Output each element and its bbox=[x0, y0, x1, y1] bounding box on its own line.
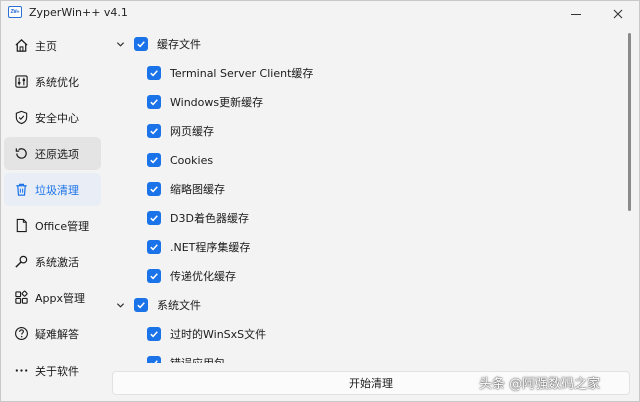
checkmark-icon bbox=[150, 244, 158, 251]
sidebar-item-help[interactable]: 疑难解答 bbox=[4, 317, 101, 350]
tree-group-system[interactable]: 系统文件 bbox=[105, 294, 605, 316]
checkmark-icon bbox=[137, 41, 145, 48]
home-icon bbox=[13, 38, 29, 54]
checkmark-icon bbox=[150, 70, 158, 77]
document-icon bbox=[13, 218, 29, 234]
more-icon bbox=[13, 363, 29, 379]
minimize-icon bbox=[571, 13, 581, 15]
shield-icon bbox=[13, 110, 29, 126]
minimize-button[interactable] bbox=[561, 1, 591, 27]
checkmark-icon bbox=[150, 186, 158, 193]
sidebar-item-label: 系统激活 bbox=[35, 255, 79, 269]
watermark-text: 头条 @阿强数码之家 bbox=[479, 377, 601, 392]
checkmark-icon bbox=[150, 157, 158, 164]
checkbox[interactable] bbox=[147, 66, 161, 80]
sidebar-item-label: 关于软件 bbox=[35, 364, 79, 378]
checkbox[interactable] bbox=[147, 356, 161, 363]
title-bar: ZW+ ZyperWin++ v4.1 bbox=[1, 1, 639, 27]
tree-item-label: .NET程序集缓存 bbox=[170, 241, 251, 254]
cleanup-tree: 缓存文件 Terminal Server Client缓存 Windows更新缓… bbox=[105, 27, 625, 363]
sidebar-item-appx[interactable]: Appx管理 bbox=[4, 281, 101, 314]
checkmark-icon bbox=[150, 360, 158, 363]
tree-item[interactable]: 过时的WinSxS文件 bbox=[105, 323, 605, 345]
sidebar-item-label: Office管理 bbox=[35, 219, 90, 233]
sidebar-item-restore[interactable]: 还原选项 bbox=[4, 137, 101, 170]
window-title: ZyperWin++ v4.1 bbox=[29, 6, 128, 19]
checkbox[interactable] bbox=[147, 182, 161, 196]
tree-item-label: Terminal Server Client缓存 bbox=[170, 67, 314, 80]
tree-item[interactable]: Cookies bbox=[105, 149, 605, 171]
checkbox[interactable] bbox=[147, 153, 161, 167]
sidebar-item-activation[interactable]: 系统激活 bbox=[4, 245, 101, 278]
help-icon bbox=[13, 326, 29, 342]
sidebar-item-label: 垃圾清理 bbox=[35, 183, 79, 197]
vertical-scrollbar[interactable] bbox=[628, 31, 632, 361]
scrollbar-thumb[interactable] bbox=[628, 33, 631, 211]
sidebar-item-about[interactable]: 关于软件 bbox=[4, 354, 101, 387]
checkbox[interactable] bbox=[147, 269, 161, 283]
tree-item-label: 错误应用包 bbox=[170, 355, 225, 363]
tree-item[interactable]: 错误应用包 bbox=[105, 352, 605, 363]
checkbox[interactable] bbox=[147, 211, 161, 225]
close-button[interactable] bbox=[603, 1, 633, 27]
tree-item-label: 网页缓存 bbox=[170, 125, 214, 138]
sidebar-item-label: 疑难解答 bbox=[35, 327, 79, 341]
checkbox[interactable] bbox=[134, 298, 148, 312]
checkmark-icon bbox=[137, 302, 145, 309]
checkmark-icon bbox=[150, 331, 158, 338]
tree-item[interactable]: 网页缓存 bbox=[105, 120, 605, 142]
checkbox[interactable] bbox=[147, 95, 161, 109]
checkbox[interactable] bbox=[134, 37, 148, 51]
key-icon bbox=[13, 254, 29, 270]
tree-item[interactable]: D3D着色器缓存 bbox=[105, 207, 605, 229]
tree-group-label: 缓存文件 bbox=[157, 38, 201, 51]
app-logo-icon: ZW+ bbox=[8, 6, 22, 18]
sidebar-item-label: 还原选项 bbox=[35, 147, 79, 161]
checkbox[interactable] bbox=[147, 240, 161, 254]
sidebar-item-label: 主页 bbox=[35, 39, 57, 53]
sidebar-item-home[interactable]: 主页 bbox=[4, 29, 101, 62]
checkmark-icon bbox=[150, 215, 158, 222]
tree-item-label: Cookies bbox=[170, 153, 214, 167]
tree-item-label: 传递优化缓存 bbox=[170, 270, 236, 283]
app-window: ZW+ ZyperWin++ v4.1 主页 系统优化 安全中心 还原选项 垃圾… bbox=[0, 0, 640, 402]
checkmark-icon bbox=[150, 273, 158, 280]
sidebar-item-label: Appx管理 bbox=[35, 291, 85, 305]
sidebar: 主页 系统优化 安全中心 还原选项 垃圾清理 Office管理 系统激活 App… bbox=[1, 27, 105, 402]
tree-item-label: 过时的WinSxS文件 bbox=[170, 328, 267, 341]
close-icon bbox=[613, 9, 623, 19]
chevron-down-icon[interactable] bbox=[115, 300, 125, 310]
apps-icon bbox=[13, 290, 29, 306]
sidebar-item-optimize[interactable]: 系统优化 bbox=[4, 65, 101, 98]
sidebar-item-label: 安全中心 bbox=[35, 111, 79, 125]
tree-item[interactable]: 传递优化缓存 bbox=[105, 265, 605, 287]
sidebar-item-office[interactable]: Office管理 bbox=[4, 209, 101, 242]
chevron-down-icon[interactable] bbox=[115, 39, 125, 49]
tree-item[interactable]: 缩略图缓存 bbox=[105, 178, 605, 200]
restore-icon bbox=[13, 146, 29, 162]
tree-item[interactable]: Terminal Server Client缓存 bbox=[105, 62, 605, 84]
tree-item[interactable]: .NET程序集缓存 bbox=[105, 236, 605, 258]
tree-group-label: 系统文件 bbox=[157, 299, 201, 312]
checkmark-icon bbox=[150, 128, 158, 135]
sidebar-item-cleanup[interactable]: 垃圾清理 bbox=[4, 173, 101, 206]
checkmark-icon bbox=[150, 99, 158, 106]
tree-item-label: D3D着色器缓存 bbox=[170, 212, 249, 225]
checkbox[interactable] bbox=[147, 124, 161, 138]
tree-item-label: Windows更新缓存 bbox=[170, 96, 264, 109]
sidebar-item-label: 系统优化 bbox=[35, 75, 79, 89]
tree-group-cache[interactable]: 缓存文件 bbox=[105, 33, 605, 55]
trash-icon bbox=[13, 182, 29, 198]
sidebar-item-security[interactable]: 安全中心 bbox=[4, 101, 101, 134]
tree-item[interactable]: Windows更新缓存 bbox=[105, 91, 605, 113]
checkbox[interactable] bbox=[147, 327, 161, 341]
tree-item-label: 缩略图缓存 bbox=[170, 183, 225, 196]
tune-icon bbox=[13, 74, 29, 90]
